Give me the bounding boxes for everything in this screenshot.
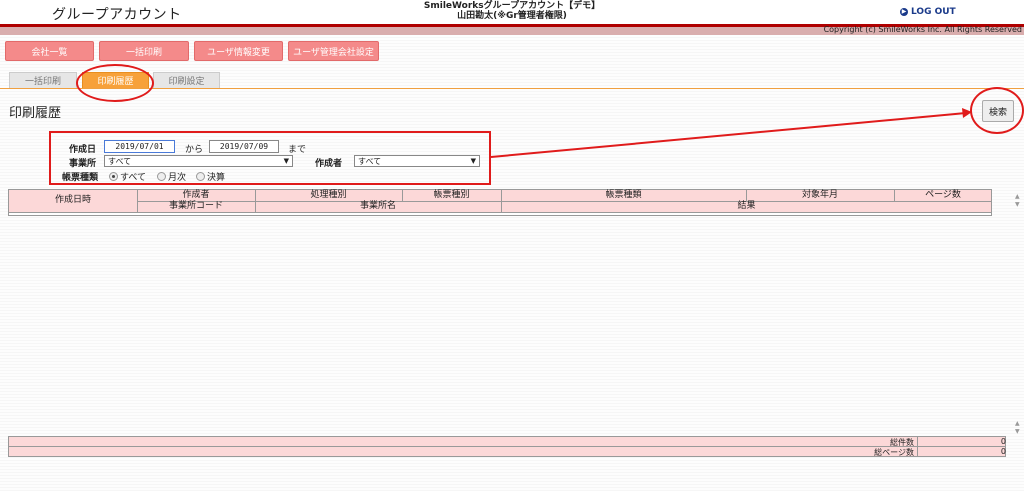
- col-form-type: 帳票種類: [605, 190, 642, 200]
- table-body: [8, 212, 992, 216]
- col-form-category: 帳票種別: [433, 190, 470, 200]
- scroll-up-icon[interactable]: ▲: [1015, 193, 1020, 200]
- total-pages-row: 総ページ数 0: [8, 446, 1006, 457]
- col-created-at: 作成日時: [54, 195, 91, 205]
- annotation-arrow: [490, 108, 972, 158]
- col-page-count: ページ数: [925, 190, 961, 200]
- total-pages-label: 総ページ数: [874, 448, 914, 457]
- scroll-down-icon[interactable]: ▼: [1015, 428, 1020, 435]
- col-creator: 作成者: [182, 190, 210, 200]
- scroll-down-icon[interactable]: ▼: [1015, 201, 1020, 208]
- scroll-up-icon[interactable]: ▲: [1015, 420, 1020, 427]
- col-office-code: 事業所コード: [168, 201, 223, 211]
- table-header: 作成日時 作成者 処理種別 帳票種別 帳票種類 対象年月 ページ数 事業所コード…: [8, 189, 992, 213]
- total-pages-value: 0: [917, 447, 1006, 456]
- total-count-value: 0: [917, 437, 1006, 446]
- col-office-name: 事業所名: [359, 201, 396, 211]
- col-target-month: 対象年月: [801, 190, 838, 200]
- col-process-type: 処理種別: [310, 190, 347, 200]
- col-result: 結果: [737, 201, 756, 211]
